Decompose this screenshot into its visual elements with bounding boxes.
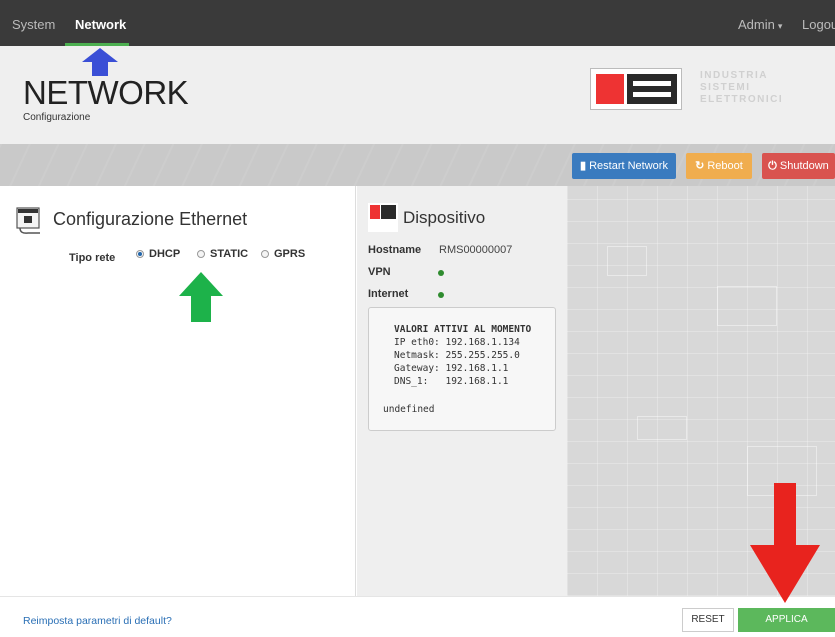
refresh-icon: ↻	[695, 160, 705, 172]
page-header: NETWORK Configurazione INDUSTRIA SISTEMI…	[0, 46, 835, 144]
device-title: Dispositivo	[403, 208, 486, 227]
hostname-value: RMS00000007	[439, 244, 513, 256]
vpn-status-led	[438, 270, 444, 276]
reset-button[interactable]: RESET	[682, 608, 734, 632]
radio-dhcp[interactable]: DHCP	[136, 248, 180, 260]
reboot-button[interactable]: ↻ Reboot	[686, 153, 752, 179]
logo-text-line: ELETTRONICI	[700, 94, 784, 105]
vpn-label: VPN	[368, 266, 391, 278]
internet-label: Internet	[368, 288, 409, 300]
active-value-line: IP eth0: 192.168.1.134	[394, 337, 520, 348]
shutdown-button[interactable]: ⏻ Shutdown	[762, 153, 835, 179]
active-values-box: VALORI ATTIVI AL MOMENTO IP eth0: 192.16…	[368, 307, 556, 431]
ethernet-icon	[16, 207, 40, 234]
power-icon: ⏻	[768, 160, 777, 172]
device-panel: Dispositivo Hostname RMS00000007 VPN Int…	[357, 186, 567, 596]
radio-gprs[interactable]: GPRS	[261, 248, 305, 260]
tipo-rete-label: Tipo rete	[69, 252, 116, 264]
ethernet-title: Configurazione Ethernet	[53, 209, 248, 229]
internet-status-led	[438, 292, 444, 298]
green-arrow-up-icon	[179, 272, 223, 322]
reboot-label: Reboot	[707, 160, 743, 172]
active-value-line: Netmask: 255.255.255.0	[394, 350, 520, 361]
page-title: NETWORK	[23, 74, 189, 111]
logout-link[interactable]: Logout	[802, 0, 835, 46]
nav-network[interactable]: Network	[75, 0, 126, 46]
reset-defaults-link[interactable]: Reimposta parametri di default?	[23, 615, 172, 627]
radio-dot	[197, 250, 205, 258]
page-subtitle: Configurazione	[23, 112, 91, 123]
logo-text-line: INDUSTRIA	[700, 70, 768, 81]
restart-network-button[interactable]: ▮ Restart Network	[572, 153, 676, 179]
admin-menu[interactable]: Admin ▾	[738, 0, 782, 46]
nav-system[interactable]: System	[12, 0, 55, 46]
active-value-line: Gateway: 192.168.1.1	[394, 363, 509, 374]
radio-gprs-label: GPRS	[274, 248, 306, 260]
decor-chip	[607, 246, 647, 276]
blue-arrow-up-icon	[82, 48, 118, 76]
logo-base	[368, 222, 398, 232]
radio-dot	[136, 250, 144, 258]
active-values-heading: VALORI ATTIVI AL MOMENTO	[394, 324, 532, 335]
logo-text: INDUSTRIA SISTEMI ELETTRONICI	[700, 70, 810, 106]
radio-dot	[261, 250, 269, 258]
shutdown-label: Shutdown	[779, 160, 829, 172]
form-footer: Reimposta parametri di default? RESET AP…	[0, 596, 835, 637]
red-arrow-down-icon	[750, 483, 820, 603]
logo-text-line: SISTEMI	[700, 82, 751, 93]
ethernet-config-panel: Configurazione Ethernet Tipo rete DHCP S…	[0, 186, 356, 596]
iset-logo	[590, 68, 682, 110]
hostname-label: Hostname	[368, 244, 422, 256]
radio-static[interactable]: STATIC	[197, 248, 248, 260]
apply-button[interactable]: APPLICA	[738, 608, 835, 632]
decor-chip	[717, 286, 777, 326]
radio-dhcp-label: DHCP	[149, 248, 181, 260]
chevron-down-icon: ▾	[777, 21, 783, 31]
restart-network-label: Restart Network	[589, 160, 668, 172]
radio-static-label: STATIC	[210, 248, 249, 260]
decor-chip	[637, 416, 687, 440]
active-value-line: DNS_1: 192.168.1.1	[394, 376, 509, 387]
active-values-footer: undefined	[383, 404, 435, 415]
admin-label: Admin	[738, 17, 775, 32]
iset-small-logo	[368, 203, 398, 222]
top-navbar: System Network Admin▾ Logout	[0, 0, 835, 46]
signal-icon: ▮	[580, 160, 587, 172]
action-toolbar: ▮ Restart Network ↻ Reboot ⏻ Shutdown	[0, 144, 835, 186]
